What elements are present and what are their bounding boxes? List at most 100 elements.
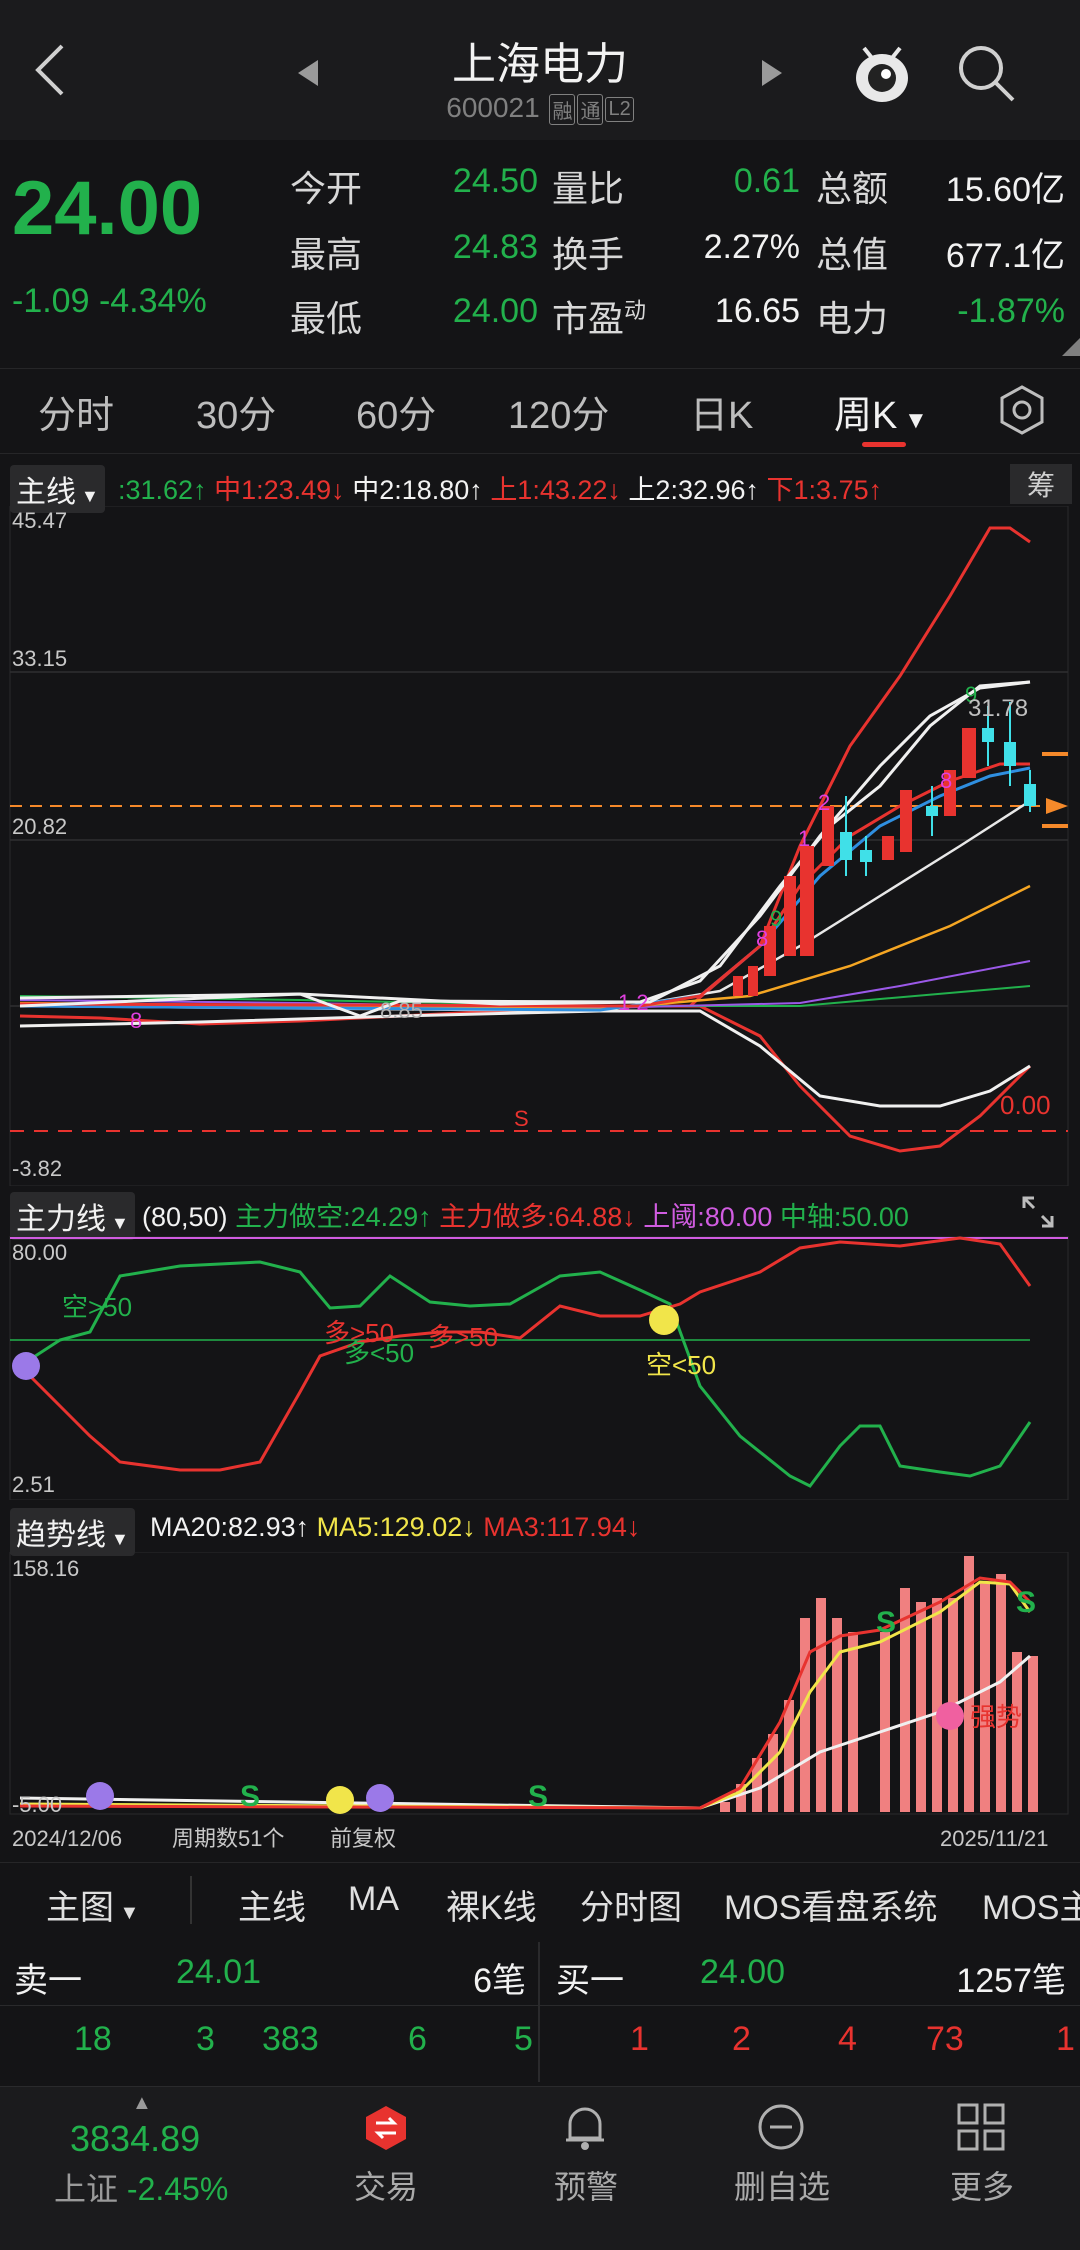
turnover-amount-label: 总额	[816, 168, 889, 209]
buy1-label: 买一	[556, 1962, 624, 2000]
assistant-robot-icon[interactable]	[850, 38, 914, 113]
sell-queue-4: 5	[514, 2020, 533, 2058]
remove-watchlist-icon[interactable]	[756, 2102, 806, 2152]
main-value-0: :31.62↑	[118, 475, 207, 505]
date-start: 2024/12/06	[12, 1826, 122, 1851]
sad-face-icon	[86, 1782, 114, 1810]
tab-60min[interactable]: 60分	[356, 384, 436, 439]
sell-queue-3: 6	[408, 2020, 427, 2058]
chart-tab-mainline[interactable]: 主线	[238, 1880, 306, 1929]
tab-alert[interactable]: 预警	[506, 2162, 666, 2208]
change-percent: -4.34%	[98, 282, 207, 320]
connect-tag: 通	[577, 94, 604, 126]
buy1-price: 24.00	[700, 1953, 786, 1991]
chart-tab-mos-more[interactable]: MOS主	[982, 1880, 1080, 1929]
svg-text:9: 9	[770, 906, 782, 931]
bell-icon[interactable]	[560, 2100, 610, 2154]
buy-queue-1: 2	[732, 2020, 751, 2058]
change-value: -1.09	[12, 282, 90, 320]
high-label: 最高	[290, 234, 363, 275]
low-label: 最低	[290, 298, 363, 339]
sell-queue-0: 18	[74, 2020, 112, 2058]
tab-daily[interactable]: 日K	[690, 384, 753, 439]
index-info[interactable]: 上证 -2.45%	[54, 2164, 228, 2210]
last-price: 24.00	[12, 166, 203, 251]
y-label-bottom: -3.82	[12, 1156, 62, 1181]
grid-more-icon[interactable]	[956, 2102, 1006, 2152]
pe-label: 市盈动	[552, 298, 647, 339]
open-label: 今开	[290, 168, 363, 209]
svg-text:1: 1	[798, 826, 810, 851]
index-change: -2.45%	[126, 2171, 229, 2207]
next-stock-icon[interactable]	[760, 58, 784, 93]
tab-120min[interactable]: 120分	[508, 384, 609, 439]
y-label-top: 45.47	[12, 508, 67, 533]
tab-more[interactable]: 更多	[902, 2162, 1062, 2208]
chart-tab-ma[interactable]: MA	[348, 1880, 399, 1919]
mainforce-long: 主力做多:64.88↓	[439, 1202, 636, 1232]
main-value-1: 中1:23.49↓	[214, 475, 345, 505]
main-value-5: 下1:3.75↑	[766, 475, 883, 505]
tab-30min[interactable]: 30分	[196, 384, 276, 439]
main-value-4: 上2:32.96↑	[628, 475, 760, 505]
divider	[0, 2005, 1080, 2006]
stock-code-line: 600021 融通 L2	[0, 92, 1080, 126]
svg-text:S: S	[1016, 1586, 1036, 1619]
prev-stock-icon[interactable]	[296, 58, 320, 93]
chart-tab-intraday[interactable]: 分时图	[580, 1880, 682, 1929]
chart-tab-bare-k[interactable]: 裸K线	[446, 1880, 537, 1929]
sector-label[interactable]: 电力	[816, 290, 888, 342]
divider	[190, 1876, 192, 1924]
mf-label-2: 多<50	[344, 1338, 414, 1368]
period-count: 周期数51个	[172, 1826, 284, 1851]
tab-intraday[interactable]: 分时	[38, 384, 114, 439]
candlestick-chart[interactable]: 9 9 8 8 1 2 1 2 8 S 31.78 8.85 45.47 33.…	[0, 506, 1080, 1186]
heart-icon	[936, 1702, 964, 1730]
mainforce-indicator-selector[interactable]: 主力线 ▼	[10, 1192, 135, 1240]
trend-indicator-selector[interactable]: 趋势线 ▼	[10, 1508, 135, 1556]
trend-ma5: MA5:129.02↓	[316, 1512, 476, 1542]
index-name: 上证	[54, 2171, 119, 2207]
expand-icon[interactable]	[1018, 1192, 1058, 1232]
svg-text:8: 8	[756, 926, 768, 951]
main-indicator-values: :31.62↑ 中1:23.49↓ 中2:18.80↑ 上1:43.22↓ 上2…	[118, 468, 882, 507]
svg-text:8: 8	[940, 768, 952, 793]
turnover-amount-value: 15.60亿	[945, 171, 1065, 209]
peak-price-label: 31.78	[968, 695, 1028, 722]
trend-chart[interactable]: S S S S 强势 158.16 -5.00 2024/12/06 周期数51…	[0, 1552, 1080, 1858]
trough-price-label: 8.85	[380, 998, 423, 1023]
zero-line-label: 0.00	[1000, 1090, 1051, 1120]
divider	[538, 1942, 540, 2082]
main-value-2: 中2:18.80↑	[352, 475, 483, 505]
chart-tab-mos[interactable]: MOS看盘系统	[724, 1880, 937, 1929]
svg-text:S: S	[876, 1606, 896, 1639]
active-tab-indicator	[862, 442, 906, 447]
search-icon[interactable]	[955, 42, 1019, 111]
buy-queue-0: 1	[630, 2020, 649, 2058]
mainforce-short: 主力做空:24.29↑	[235, 1202, 432, 1232]
chip-distribution-button[interactable]: 筹	[1010, 464, 1072, 504]
trade-icon[interactable]	[362, 2104, 410, 2152]
y-label-3: 20.82	[12, 814, 67, 839]
index-value[interactable]: 3834.89	[70, 2118, 200, 2160]
market-cap-value: 677.1亿	[945, 237, 1065, 275]
chevron-up-icon[interactable]: ▲	[132, 2092, 152, 2115]
sector-change: -1.87%	[957, 292, 1065, 330]
tab-weekly[interactable]: 周K ▼	[834, 384, 928, 439]
settings-icon[interactable]	[996, 384, 1048, 436]
strong-trend-label: 强势	[970, 1702, 1022, 1732]
volume-ratio-value: 0.61	[733, 162, 800, 200]
svg-text:S: S	[528, 1780, 548, 1813]
svg-text:2: 2	[818, 790, 830, 815]
svg-text:1 2: 1 2	[618, 990, 649, 1015]
sell-queue-1: 3	[196, 2020, 215, 2058]
trend-ma3: MA3:117.94↓	[483, 1512, 641, 1542]
low-value: 24.00	[452, 292, 538, 330]
sell1-count: 6笔	[473, 1962, 526, 2000]
price-change: -1.09 -4.34%	[12, 282, 207, 321]
moneybag-icon	[326, 1786, 354, 1814]
main-chart-selector[interactable]: 主图 ▼	[46, 1880, 139, 1929]
tab-remove-watchlist[interactable]: 删自选	[702, 2162, 862, 2208]
tab-trade[interactable]: 交易	[306, 2162, 466, 2208]
mainforce-chart[interactable]: 空>50 多>50 多<50 多>50 空<50 80.00 2.51	[0, 1236, 1080, 1500]
